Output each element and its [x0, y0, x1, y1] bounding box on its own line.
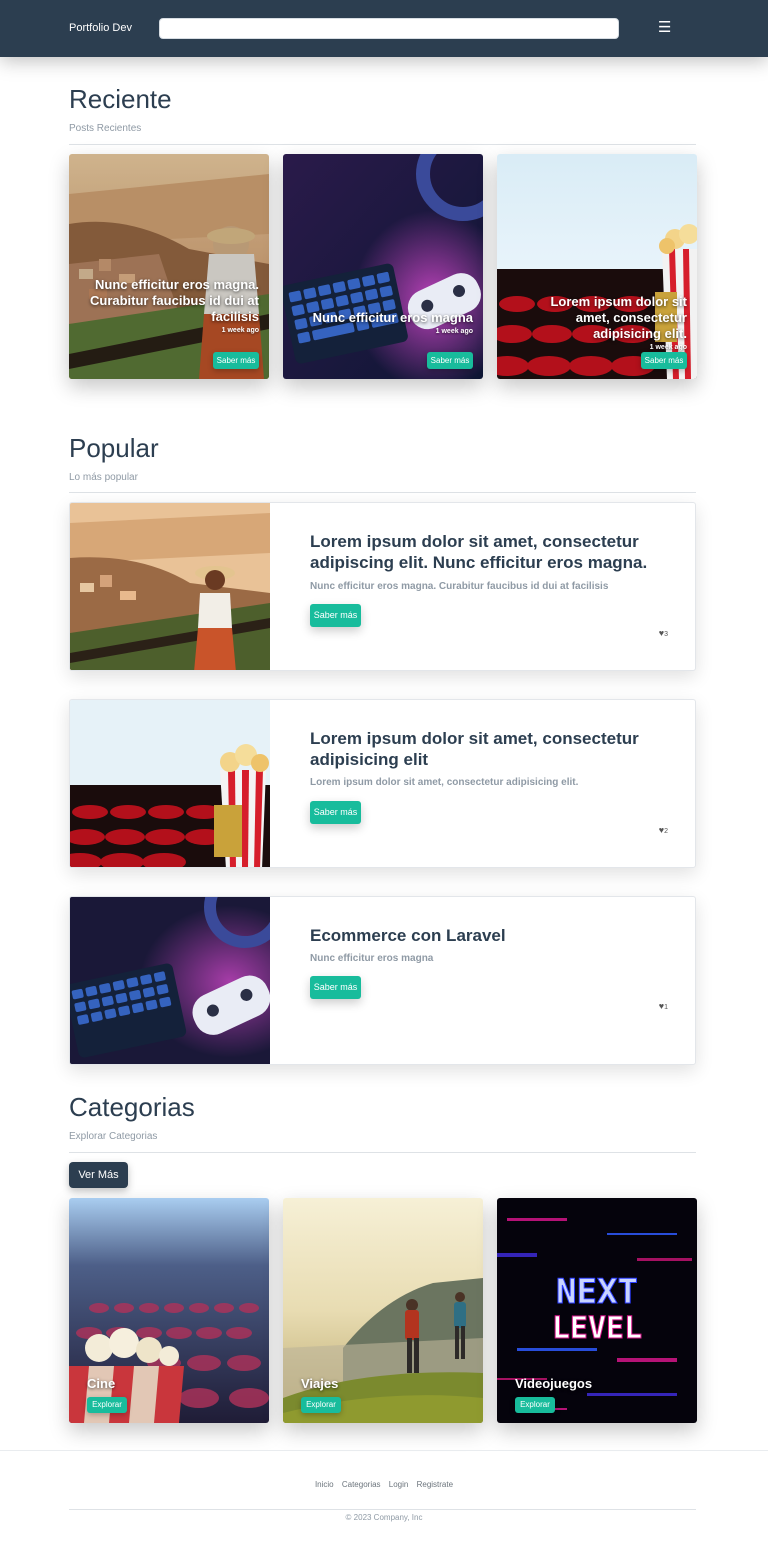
- footer-link-categorias[interactable]: Categorias: [342, 1480, 381, 1489]
- card-time: 1 week ago: [435, 328, 473, 335]
- category-card[interactable]: NEXT LEVEL Videojuegos Explorar: [497, 1198, 697, 1423]
- svg-text:LEVEL: LEVEL: [552, 1311, 642, 1346]
- section-title-categories: Categorias: [69, 1092, 195, 1122]
- card-title[interactable]: Nunc efficitur eros magna: [303, 310, 473, 326]
- card-title[interactable]: Lorem ipsum dolor sit amet, consectetur …: [517, 294, 687, 342]
- read-more-button[interactable]: Saber más: [427, 352, 473, 369]
- section-subtitle-recent: Posts Recientes: [69, 123, 142, 134]
- section-title-popular: Popular: [69, 433, 159, 463]
- popular-post-card: Ecommerce con Laravel Nunc efficitur ero…: [69, 896, 696, 1065]
- copyright-text: © 2023 Company, Inc: [345, 1513, 423, 1522]
- read-more-button[interactable]: Saber más: [310, 801, 361, 824]
- recent-card: Nunc efficitur eros magna 1 week ago Sab…: [283, 154, 483, 379]
- card-time: 1 week ago: [649, 344, 687, 351]
- read-more-button[interactable]: Saber más: [213, 352, 259, 369]
- footer-nav: Inicio Categorias Login Registrate: [0, 1480, 768, 1489]
- footer-link-login[interactable]: Login: [389, 1480, 409, 1489]
- explore-button[interactable]: Explorar: [301, 1397, 341, 1413]
- post-description: Nunc efficitur eros magna. Curabitur fau…: [310, 581, 609, 592]
- likes-count: ♥1: [658, 1001, 668, 1011]
- explore-button[interactable]: Explorar: [515, 1397, 555, 1413]
- category-card[interactable]: Viajes Explorar: [283, 1198, 483, 1423]
- cinema-popcorn-image: [70, 700, 270, 867]
- footer-link-registrate[interactable]: Registrate: [417, 1480, 453, 1489]
- post-title[interactable]: Ecommerce con Laravel: [310, 925, 660, 946]
- footer-divider: [0, 1450, 768, 1451]
- divider: [69, 144, 696, 145]
- likes-count: ♥3: [658, 628, 668, 638]
- search-input[interactable]: [159, 18, 619, 39]
- footer-divider: [69, 1509, 696, 1510]
- card-time: 1 week ago: [221, 327, 259, 334]
- brand-link[interactable]: Portfolio Dev: [69, 22, 132, 34]
- footer-link-inicio[interactable]: Inicio: [315, 1480, 334, 1489]
- category-name[interactable]: Viajes: [301, 1376, 338, 1391]
- recent-card: Nunc efficitur eros magna. Curabitur fau…: [69, 154, 269, 379]
- post-description: Lorem ipsum dolor sit amet, consectetur …: [310, 777, 579, 788]
- category-card[interactable]: Cine Explorar: [69, 1198, 269, 1423]
- section-title-recent: Reciente: [69, 84, 172, 114]
- section-subtitle-popular: Lo más popular: [69, 472, 138, 483]
- svg-text:NEXT: NEXT: [556, 1272, 638, 1312]
- coastal-town-image: [70, 503, 270, 670]
- keyboard-controller-image: [283, 154, 483, 379]
- coastal-town-image: [69, 154, 269, 379]
- read-more-button[interactable]: Saber más: [641, 352, 687, 369]
- likes-count: ♥2: [658, 825, 668, 835]
- hamburger-menu-icon[interactable]: ☰: [658, 20, 671, 35]
- post-title[interactable]: Lorem ipsum dolor sit amet, consectetur …: [310, 728, 660, 770]
- popular-post-card: Lorem ipsum dolor sit amet, consectetur …: [69, 502, 696, 671]
- keyboard-controller-image: [70, 897, 270, 1064]
- navbar: Portfolio Dev ☰: [0, 0, 768, 57]
- read-more-button[interactable]: Saber más: [310, 604, 361, 627]
- divider: [69, 1152, 696, 1153]
- section-subtitle-categories: Explorar Categorias: [69, 1131, 158, 1142]
- post-description: Nunc efficitur eros magna: [310, 953, 434, 964]
- category-name[interactable]: Videojuegos: [515, 1376, 592, 1391]
- explore-button[interactable]: Explorar: [87, 1397, 127, 1413]
- category-name[interactable]: Cine: [87, 1376, 115, 1391]
- recent-card: Lorem ipsum dolor sit amet, consectetur …: [497, 154, 697, 379]
- card-title[interactable]: Nunc efficitur eros magna. Curabitur fau…: [89, 277, 259, 325]
- read-more-button[interactable]: Saber más: [310, 976, 361, 999]
- see-more-button[interactable]: Ver Más: [69, 1162, 128, 1188]
- post-title[interactable]: Lorem ipsum dolor sit amet, consectetur …: [310, 531, 660, 573]
- divider: [69, 492, 696, 493]
- popular-post-card: Lorem ipsum dolor sit amet, consectetur …: [69, 699, 696, 868]
